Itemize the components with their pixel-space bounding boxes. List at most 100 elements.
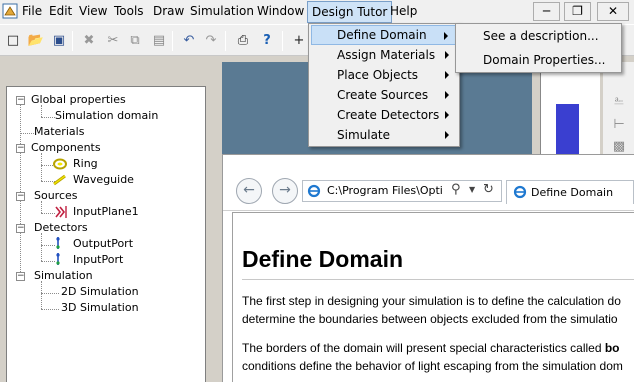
menu-draw[interactable]: Draw	[153, 4, 184, 18]
submenu-arrow-icon	[445, 131, 449, 139]
input-plane-icon	[55, 206, 67, 218]
tree-2d-simulation[interactable]: 2D Simulation	[61, 285, 139, 299]
input-port-icon	[56, 253, 60, 265]
restore-icon: ❐	[572, 4, 583, 18]
collapse-icon[interactable]: −	[16, 224, 25, 233]
close-icon: ✕	[607, 4, 619, 18]
app-logo-icon	[2, 3, 18, 19]
forward-arrow-icon: →	[279, 182, 291, 198]
menu-file[interactable]: File	[22, 4, 42, 18]
paragraph-2-bold: bo	[604, 341, 620, 355]
tool-icon[interactable]: ⎁	[610, 92, 628, 110]
menu-item-label: Assign Materials	[337, 48, 436, 62]
undo-icon[interactable]: ↶	[180, 32, 198, 50]
dropdown-icon[interactable]: ▼	[469, 185, 475, 194]
redo-icon[interactable]: ↷	[202, 32, 220, 50]
submenu-arrow-icon	[445, 91, 449, 99]
save-icon[interactable]: ▣	[50, 32, 68, 50]
collapse-icon[interactable]: −	[16, 96, 25, 105]
menu-window[interactable]: Window	[257, 4, 304, 18]
tool-icon[interactable]: ⊢	[610, 116, 628, 134]
search-icon[interactable]: ⚲	[451, 182, 461, 197]
page-title: Define Domain	[242, 246, 404, 272]
cut-icon[interactable]: ✂	[104, 32, 122, 50]
help-icon[interactable]: ?	[258, 32, 276, 50]
tree-simulation[interactable]: Simulation	[34, 269, 93, 283]
menu-item-simulate[interactable]: Simulate	[311, 125, 457, 145]
layer-bar	[556, 104, 579, 154]
copy-icon[interactable]: ⧉	[126, 32, 144, 50]
ie-icon	[307, 184, 321, 198]
menu-item-label: Create Detectors	[337, 108, 440, 122]
paragraph-2-text: The borders of the domain will present s…	[242, 341, 605, 355]
menu-item-create-detectors[interactable]: Create Detectors	[311, 105, 457, 125]
menu-item-see-description[interactable]: See a description...	[458, 25, 619, 47]
tree-ring[interactable]: Ring	[73, 157, 98, 171]
minimize-icon: ─	[542, 4, 551, 18]
forward-button[interactable]: →	[272, 178, 298, 204]
project-tree: − − − − − Global properties Simulation d…	[6, 86, 206, 382]
browser-tab[interactable]: Define Domain	[506, 180, 634, 204]
paragraph-2-line-1: The borders of the domain will present s…	[242, 339, 634, 357]
submenu-arrow-icon	[445, 71, 449, 79]
minimize-button[interactable]: ─	[533, 2, 560, 21]
collapse-icon[interactable]: −	[16, 192, 25, 201]
menu-item-create-sources[interactable]: Create Sources	[311, 85, 457, 105]
submenu-arrow-icon	[444, 32, 448, 40]
refresh-icon[interactable]: ↻	[483, 182, 494, 197]
tree-global-properties[interactable]: Global properties	[31, 93, 126, 107]
tab-title: Define Domain	[531, 186, 614, 199]
menubar: File Edit View Tools Draw Simulation Win…	[0, 0, 634, 24]
print-icon[interactable]: ⎙	[234, 32, 252, 50]
menu-item-label: Place Objects	[337, 68, 419, 82]
address-text: C:\Program Files\Opti	[327, 184, 443, 197]
menu-view[interactable]: View	[79, 4, 107, 18]
ie-icon	[513, 185, 527, 199]
tree-input-port[interactable]: InputPort	[73, 253, 123, 267]
cut-disabled-icon[interactable]: ✖	[80, 32, 98, 50]
paragraph-1-line-1: The first step in designing your simulat…	[242, 294, 621, 308]
menu-item-label: Simulate	[337, 128, 391, 142]
address-bar[interactable]: C:\Program Files\Opti ⚲ ▼ ↻	[302, 180, 502, 202]
menu-help[interactable]: Help	[390, 4, 417, 18]
tree-3d-simulation[interactable]: 3D Simulation	[61, 301, 139, 315]
title-divider	[242, 279, 634, 280]
design-tutor-menu: Define Domain Assign Materials Place Obj…	[308, 23, 460, 147]
add-icon[interactable]: +	[290, 32, 308, 50]
paste-icon[interactable]: ▤	[150, 32, 168, 50]
paragraph-2-line-2: conditions define the behavior of light …	[242, 359, 623, 373]
menu-item-label: Create Sources	[337, 88, 429, 102]
tree-materials[interactable]: Materials	[34, 125, 84, 139]
waveguide-icon	[53, 174, 66, 186]
open-icon[interactable]: 📂	[27, 32, 45, 50]
paragraph-1-line-2: determine the boundaries between objects…	[242, 312, 618, 326]
define-domain-submenu: See a description... Domain Properties..…	[455, 23, 622, 73]
menu-item-domain-properties[interactable]: Domain Properties...	[458, 49, 619, 71]
collapse-icon[interactable]: −	[16, 144, 25, 153]
tree-simulation-domain[interactable]: Simulation domain	[55, 109, 158, 123]
collapse-icon[interactable]: −	[16, 272, 25, 281]
new-icon[interactable]: □	[4, 32, 22, 50]
tree-sources[interactable]: Sources	[34, 189, 78, 203]
close-button[interactable]: ✕	[597, 2, 629, 21]
menu-item-place-objects[interactable]: Place Objects	[311, 65, 457, 85]
menu-design-tutor[interactable]: Design Tutor	[307, 1, 393, 23]
menu-item-define-domain[interactable]: Define Domain	[311, 25, 457, 45]
tree-detectors[interactable]: Detectors	[34, 221, 88, 235]
menu-item-assign-materials[interactable]: Assign Materials	[311, 45, 457, 65]
tree-components[interactable]: Components	[31, 141, 101, 155]
side-tools: ⎁ ⊢ ▩	[603, 62, 634, 154]
tree-waveguide[interactable]: Waveguide	[73, 173, 134, 187]
menu-edit[interactable]: Edit	[49, 4, 72, 18]
submenu-arrow-icon	[445, 111, 449, 119]
back-button[interactable]: ←	[236, 178, 262, 204]
tree-input-plane[interactable]: InputPlane1	[73, 205, 139, 219]
menu-tools[interactable]: Tools	[114, 4, 144, 18]
tree-output-port[interactable]: OutputPort	[73, 237, 133, 251]
menu-simulation[interactable]: Simulation	[190, 4, 254, 18]
restore-button[interactable]: ❐	[564, 2, 591, 21]
menu-item-label: Define Domain	[337, 28, 427, 42]
ring-icon	[53, 158, 67, 170]
submenu-arrow-icon	[445, 51, 449, 59]
output-port-icon	[56, 237, 60, 249]
